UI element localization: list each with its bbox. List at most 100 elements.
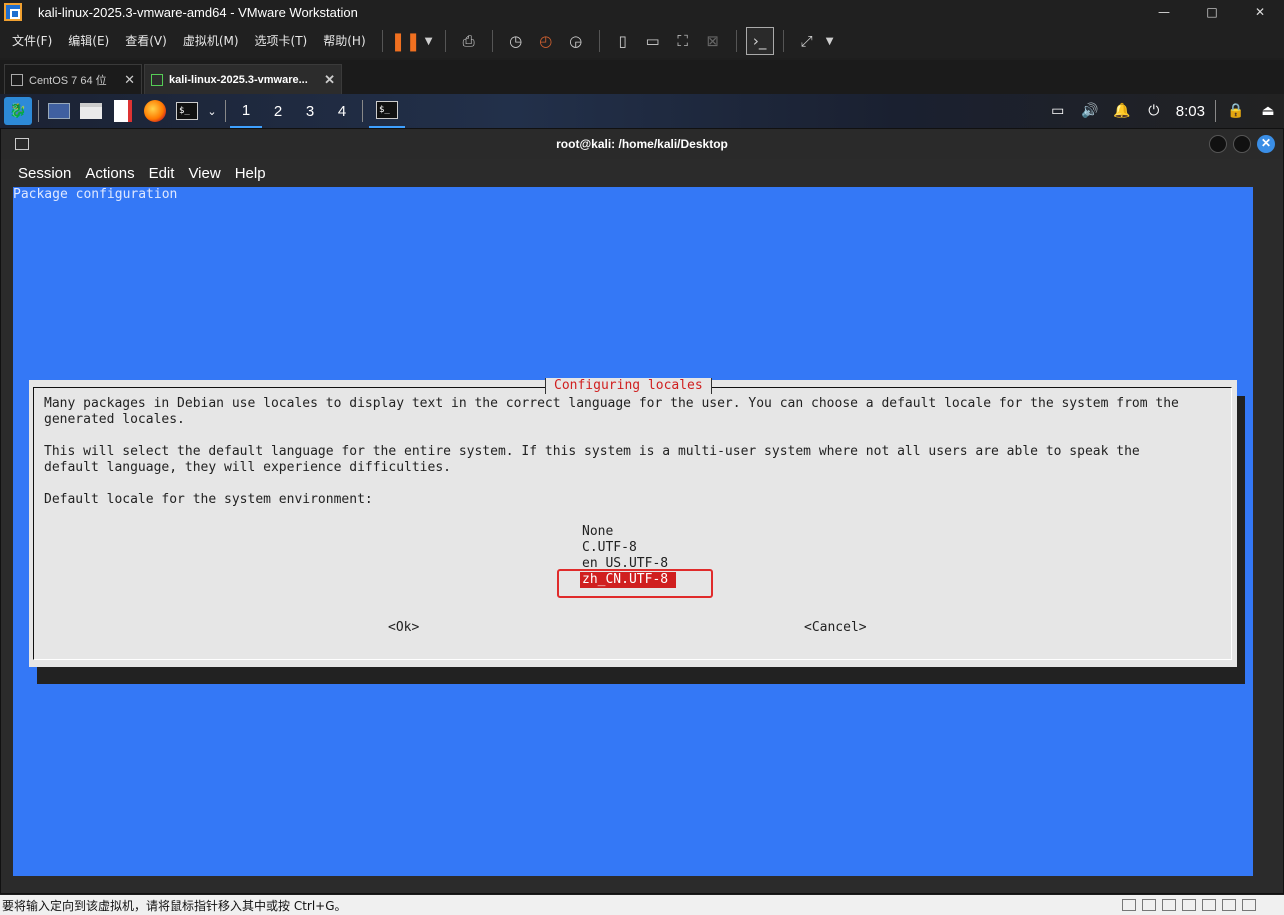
debconf-backtitle: Package configuration <box>13 187 178 202</box>
menu-help[interactable]: 帮助(H) <box>315 29 373 53</box>
snapshot-manager-icon[interactable]: ◶ <box>562 27 590 55</box>
volume-icon[interactable]: 🔊 <box>1076 97 1104 125</box>
menu-help[interactable]: Help <box>228 165 273 182</box>
locale-option-none[interactable]: None <box>580 524 676 540</box>
tab-label: CentOS 7 64 位 <box>29 74 107 87</box>
locale-option-c-utf8[interactable]: C.UTF-8 <box>580 540 676 556</box>
firefox-icon[interactable] <box>141 97 169 125</box>
text-editor-icon[interactable] <box>109 97 137 125</box>
usb-icon[interactable] <box>1162 899 1176 911</box>
minimize-button[interactable]: — <box>1140 0 1188 24</box>
workspace-2[interactable]: 2 <box>262 94 294 128</box>
show-desktop-icon[interactable] <box>45 97 73 125</box>
menu-tabs[interactable]: 选项卡(T) <box>247 29 316 53</box>
logout-icon[interactable]: ⏏ <box>1254 97 1282 125</box>
menu-vm[interactable]: 虚拟机(M) <box>175 29 247 53</box>
terminal-window-icon[interactable] <box>15 138 29 150</box>
taskbar-terminal-icon[interactable]: $_ <box>369 94 405 128</box>
terminal-close-button[interactable]: ✕ <box>1257 135 1275 153</box>
terminal-minimize-button[interactable] <box>1209 135 1227 153</box>
kali-menu-icon[interactable]: 🐉 <box>4 97 32 125</box>
pause-dropdown-icon[interactable]: ▼ <box>422 27 436 55</box>
menu-edit[interactable]: 编辑(E) <box>60 29 117 53</box>
vm-tab-bar: CentOS 7 64 位 ✕ kali-linux-2025.3-vmware… <box>0 60 1284 94</box>
status-text: 要将输入定向到该虚拟机，请将鼠标指针移入其中或按 Ctrl+G。 <box>2 898 347 913</box>
sidebar-toggle-icon[interactable]: ▯ <box>609 27 637 55</box>
printer-icon[interactable] <box>1202 899 1216 911</box>
lock-icon[interactable]: 🔒 <box>1222 97 1250 125</box>
close-icon[interactable]: ✕ <box>324 72 335 88</box>
selection-highlight-box <box>557 569 713 598</box>
pause-icon[interactable]: ❚❚ <box>391 27 421 55</box>
vmware-menubar: 文件(F) 编辑(E) 查看(V) 虚拟机(M) 选项卡(T) 帮助(H) ❚❚… <box>0 24 1284 58</box>
terminal-maximize-button[interactable] <box>1233 135 1251 153</box>
toolbar-separator <box>598 30 600 52</box>
vmware-statusbar: 要将输入定向到该虚拟机，请将鼠标指针移入其中或按 Ctrl+G。 <box>0 895 1284 915</box>
dialog-text-line: default language, they will experience d… <box>44 460 451 475</box>
workspace-1[interactable]: 1 <box>230 94 262 128</box>
vmware-titlebar: kali-linux-2025.3-vmware-amd64 - VMware … <box>0 0 1284 24</box>
snapshot-icon[interactable]: ◷ <box>502 27 530 55</box>
terminal-title: root@kali: /home/kali/Desktop <box>556 137 728 151</box>
toolbar-separator <box>381 30 383 52</box>
thumbnail-bar-icon[interactable]: ▭ <box>639 27 667 55</box>
display-icon[interactable]: ▭ <box>1044 97 1072 125</box>
fullscreen-icon[interactable]: ⛶ <box>669 27 697 55</box>
hdd-icon[interactable] <box>1122 899 1136 911</box>
chevron-down-icon[interactable]: ⌄ <box>205 97 219 125</box>
menu-session[interactable]: Session <box>11 165 78 182</box>
revert-snapshot-icon[interactable]: ◴ <box>532 27 560 55</box>
terminal-window: root@kali: /home/kali/Desktop ✕ Session … <box>0 128 1284 894</box>
unity-icon[interactable]: ⊠ <box>699 27 727 55</box>
menu-edit[interactable]: Edit <box>142 165 182 182</box>
toolbar-separator <box>444 30 446 52</box>
terminal-menubar: Session Actions Edit View Help <box>1 159 1283 187</box>
close-icon[interactable]: ✕ <box>124 72 135 88</box>
console-view-icon[interactable]: ›_ <box>745 27 774 55</box>
menu-view[interactable]: View <box>181 165 227 182</box>
menu-actions[interactable]: Actions <box>78 165 141 182</box>
tab-label: kali-linux-2025.3-vmware... <box>169 73 308 86</box>
toolbar-separator <box>735 30 737 52</box>
file-manager-icon[interactable] <box>77 97 105 125</box>
window-title: kali-linux-2025.3-vmware-amd64 - VMware … <box>38 4 358 20</box>
menu-view[interactable]: 查看(V) <box>117 29 175 53</box>
ok-button[interactable]: <Ok> <box>388 620 419 636</box>
stretch-icon[interactable]: ⤢ <box>793 27 821 55</box>
vmware-logo-icon <box>4 3 22 21</box>
terminal-titlebar: root@kali: /home/kali/Desktop ✕ <box>1 129 1283 159</box>
notification-bell-icon[interactable]: 🔔 <box>1108 97 1136 125</box>
clock[interactable]: 8:03 <box>1176 103 1205 120</box>
network-icon[interactable] <box>1142 899 1156 911</box>
stretch-dropdown-icon[interactable]: ▼ <box>823 27 837 55</box>
terminal-screen[interactable]: Package configuration Configuring locale… <box>13 187 1253 876</box>
dialog-text-line: This will select the default language fo… <box>44 444 1140 459</box>
workspace-4[interactable]: 4 <box>326 94 358 128</box>
panel-separator <box>225 100 226 122</box>
dialog-title: Configuring locales <box>545 378 712 394</box>
kali-top-panel: 🐉 $_ ⌄ 1 2 3 4 $_ ▭ 🔊 🔔 ⏻ 8:03 🔒 ⏏ <box>0 94 1284 128</box>
dialog-text-line: Many packages in Debian use locales to d… <box>44 396 1179 411</box>
terminal-launcher-icon[interactable]: $_ <box>173 97 201 125</box>
send-ctrl-alt-del-icon[interactable]: ⎙ <box>455 27 483 55</box>
dialog-text-line: generated locales. <box>44 412 185 427</box>
close-button[interactable]: ✕ <box>1236 0 1284 24</box>
tab-centos[interactable]: CentOS 7 64 位 ✕ <box>4 64 142 94</box>
tab-kali[interactable]: kali-linux-2025.3-vmware... ✕ <box>144 64 342 94</box>
menu-file[interactable]: 文件(F) <box>4 29 60 53</box>
vm-tab-icon <box>11 73 23 86</box>
panel-separator <box>38 100 39 122</box>
toolbar-separator <box>491 30 493 52</box>
cancel-button[interactable]: <Cancel> <box>804 620 867 636</box>
panel-separator <box>1215 100 1216 122</box>
dialog-prompt: Default locale for the system environmen… <box>44 492 373 507</box>
configuring-locales-dialog: Configuring locales Many packages in Deb… <box>29 378 1237 667</box>
panel-separator <box>362 100 363 122</box>
vm-tab-icon <box>151 73 163 86</box>
display-device-icon[interactable] <box>1222 899 1236 911</box>
maximize-button[interactable]: □ <box>1188 0 1236 24</box>
workspace-3[interactable]: 3 <box>294 94 326 128</box>
power-manager-icon[interactable]: ⏻ <box>1140 97 1168 125</box>
sound-device-icon[interactable] <box>1182 899 1196 911</box>
devices-menu-icon[interactable] <box>1242 899 1256 911</box>
